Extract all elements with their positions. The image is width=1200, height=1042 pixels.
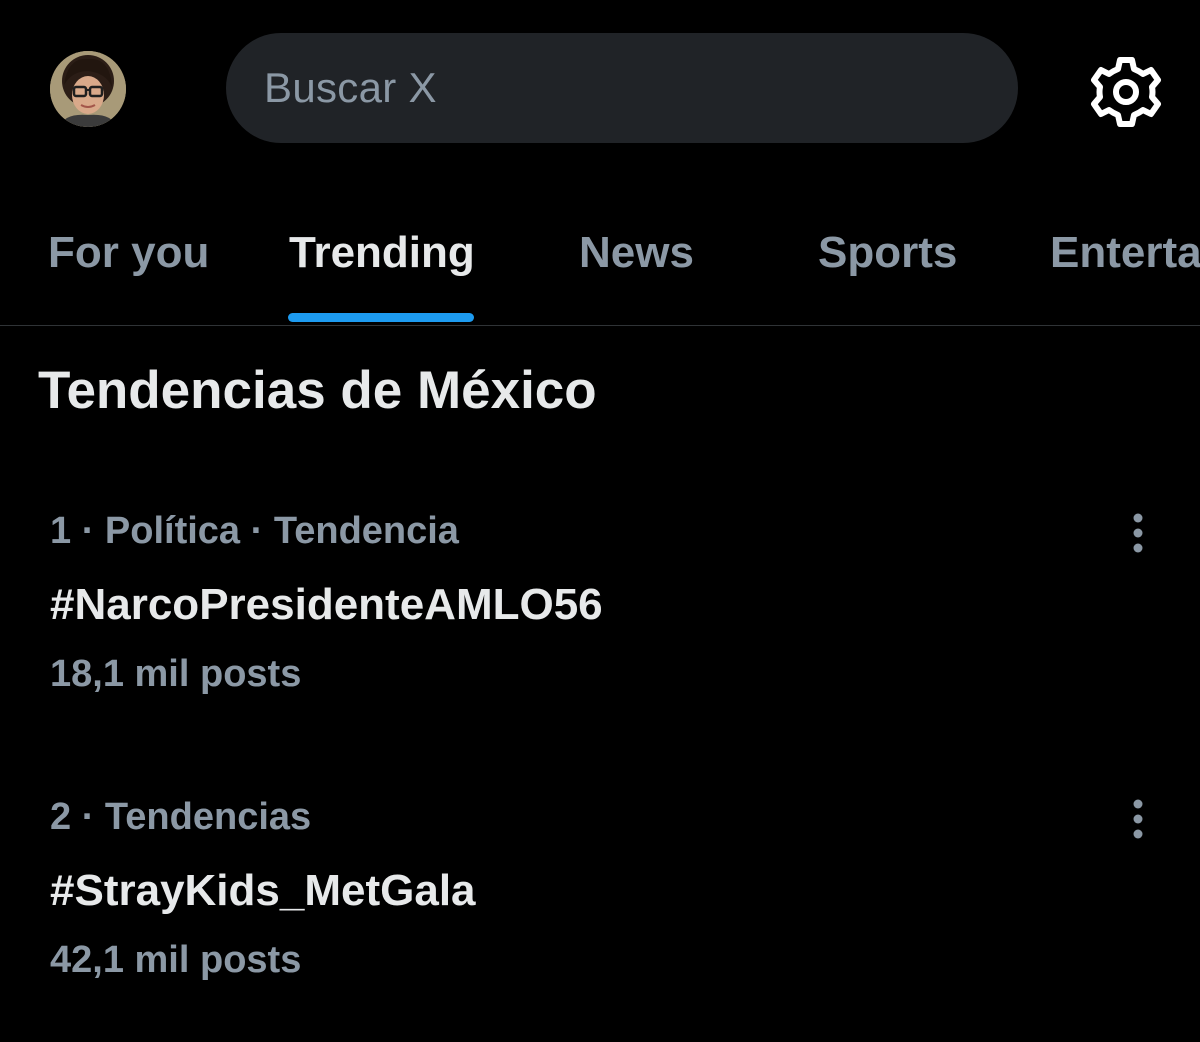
avatar[interactable] <box>50 51 126 127</box>
tab-for-you[interactable]: For you <box>48 228 209 278</box>
more-vertical-icon[interactable] <box>1118 796 1158 846</box>
trend-meta: 2 · Tendencias <box>50 796 312 838</box>
avatar-icon <box>50 51 126 127</box>
trend-item[interactable]: 2 · Tendencias #StrayKids_MetGala 42,1 m… <box>0 796 1200 1036</box>
trend-name: #NarcoPresidenteAMLO56 <box>50 580 603 629</box>
search-input[interactable]: Buscar X <box>226 33 1018 143</box>
tab-sports[interactable]: Sports <box>818 228 957 278</box>
gear-icon[interactable] <box>1086 52 1166 132</box>
tab-entertainment[interactable]: Entertainment <box>1050 228 1200 278</box>
section-title: Tendencias de México <box>38 361 597 420</box>
trend-post-count: 18,1 mil posts <box>50 653 302 695</box>
trend-post-count: 42,1 mil posts <box>50 939 302 981</box>
search-placeholder: Buscar X <box>264 64 437 111</box>
trend-meta: 1 · Política · Tendencia <box>50 510 459 552</box>
trend-item[interactable]: 1 · Política · Tendencia #NarcoPresident… <box>0 510 1200 750</box>
tab-news[interactable]: News <box>579 228 694 278</box>
top-bar: Buscar X <box>0 0 1200 180</box>
tab-bar: For you Trending News Sports Entertainme… <box>0 180 1200 326</box>
more-vertical-icon[interactable] <box>1118 510 1158 560</box>
active-tab-indicator <box>288 313 474 322</box>
tab-trending[interactable]: Trending <box>289 228 475 278</box>
trend-name: #StrayKids_MetGala <box>50 866 476 915</box>
